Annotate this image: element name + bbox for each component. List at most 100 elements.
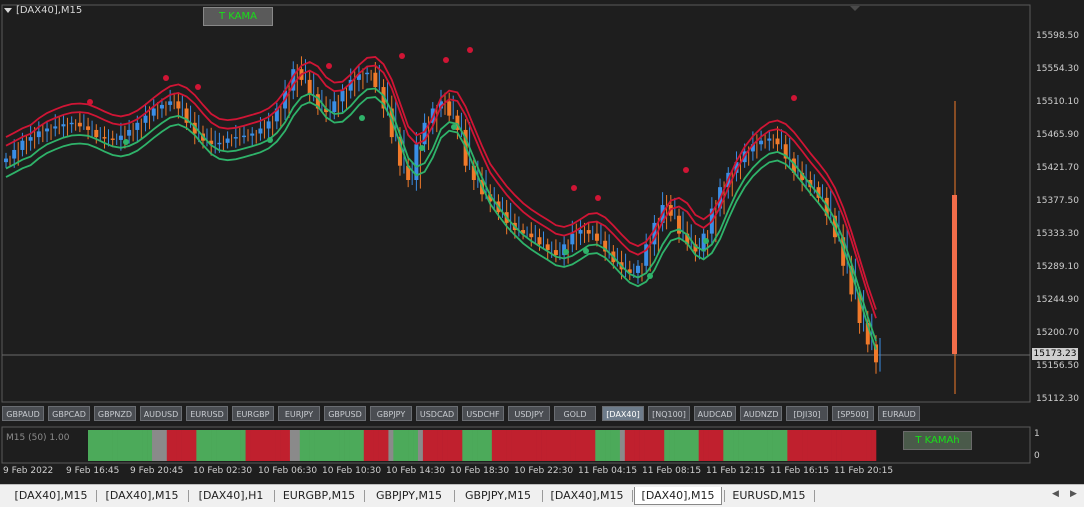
chart-tab[interactable]: GBPJPY,M15 — [366, 487, 452, 505]
histogram-bar — [555, 430, 562, 461]
tkama-button[interactable]: T KAMA — [203, 7, 273, 26]
chart-tab[interactable]: [DAX40],M15 — [634, 487, 722, 505]
histogram-bar — [531, 430, 537, 461]
histogram-bar — [747, 430, 754, 461]
candle-body — [20, 140, 25, 150]
time-axis-label: 9 Feb 16:45 — [66, 466, 120, 476]
tkamah-button[interactable]: T KAMAh — [903, 431, 972, 450]
histogram-bar — [610, 430, 616, 461]
collapse-arrow-icon[interactable] — [4, 7, 12, 13]
histogram-bar — [304, 430, 310, 461]
sell-signal-dot — [467, 47, 473, 53]
price-axis-label: 15421.70 — [1036, 163, 1079, 173]
histogram-bar — [388, 430, 394, 461]
symbol-button[interactable]: USDJPY — [508, 406, 550, 421]
histogram-bar — [334, 430, 340, 461]
histogram-bar — [324, 430, 330, 461]
candle-body — [332, 101, 337, 113]
time-axis-label: 11 Feb 20:15 — [834, 466, 894, 476]
histogram-bar — [235, 430, 241, 461]
candle-body — [545, 244, 550, 251]
candle-body — [242, 135, 247, 138]
symbol-button[interactable]: [SP500] — [832, 406, 874, 421]
histogram-bar — [797, 430, 803, 461]
histogram-bar — [216, 430, 222, 461]
symbol-button[interactable]: EURAUD — [878, 406, 920, 421]
scroll-right-icon[interactable]: ▶ — [1070, 489, 1077, 499]
candle-body — [586, 230, 591, 234]
histogram-bar — [427, 430, 434, 461]
histogram-bar — [137, 430, 143, 461]
chart-tab[interactable]: [DAX40],M15 — [98, 487, 186, 505]
current-price-tag: 15173.23 — [1032, 348, 1078, 360]
candle-body — [168, 101, 173, 105]
histogram-bar — [339, 430, 345, 461]
symbol-button[interactable]: GBPUSD — [324, 406, 366, 421]
symbol-button[interactable]: USDCAD — [416, 406, 458, 421]
symbol-button[interactable]: GOLD — [554, 406, 596, 421]
tab-separator — [814, 490, 815, 502]
histogram-bar — [811, 430, 818, 461]
chart-tab[interactable]: EURUSD,M15 — [726, 487, 812, 505]
histogram-bar — [211, 430, 217, 461]
histogram-bar — [299, 430, 305, 461]
candle-body — [69, 122, 74, 125]
histogram-bar — [225, 430, 232, 461]
histogram-bar — [683, 430, 690, 461]
buy-signal-dot — [647, 273, 653, 279]
chart-tab[interactable]: [DAX40],M15 — [544, 487, 630, 505]
candle-body — [159, 104, 164, 109]
histogram-bar — [634, 430, 640, 461]
histogram-bar — [491, 430, 498, 461]
price-axis-label: 15244.90 — [1036, 295, 1079, 305]
histogram-bar — [363, 430, 370, 461]
histogram-bar — [393, 430, 399, 461]
histogram-bar — [127, 430, 133, 461]
symbol-button[interactable]: [DAX40] — [602, 406, 644, 421]
symbol-button[interactable]: GBPJPY — [370, 406, 412, 421]
symbol-button[interactable]: AUDCAD — [694, 406, 736, 421]
candle-body — [340, 90, 345, 102]
symbol-button[interactable]: AUDUSD — [140, 406, 182, 421]
chart-tab[interactable]: [DAX40],H1 — [190, 487, 272, 505]
symbol-button[interactable]: GBPNZD — [94, 406, 136, 421]
histogram-bar — [546, 430, 552, 461]
symbol-button[interactable]: EURGBP — [232, 406, 274, 421]
symbol-button[interactable]: USDCHF — [462, 406, 504, 421]
histogram-bar — [413, 430, 419, 461]
chart-tab[interactable]: [DAX40],M15 — [8, 487, 94, 505]
symbol-button[interactable]: EURJPY — [278, 406, 320, 421]
candle-body — [12, 149, 17, 159]
symbol-button[interactable]: GBPAUD — [2, 406, 44, 421]
histogram-bar — [629, 430, 635, 461]
buy-signal-dot — [359, 115, 365, 121]
histogram-bar — [560, 430, 567, 461]
symbol-button[interactable]: [DJI30] — [786, 406, 828, 421]
candle-body — [36, 131, 41, 138]
histogram-bar — [289, 430, 296, 461]
candle-body — [553, 250, 558, 256]
candle-body — [135, 122, 140, 130]
histogram-bar — [516, 430, 522, 461]
histogram-bar — [664, 430, 670, 461]
chart-tab[interactable]: EURGBP,M15 — [276, 487, 362, 505]
chart-tab[interactable]: GBPJPY,M15 — [456, 487, 540, 505]
symbol-button[interactable]: [NQ100] — [648, 406, 690, 421]
histogram-bar — [285, 430, 291, 461]
candle-body — [578, 230, 583, 234]
histogram-bar — [102, 430, 108, 461]
buy-signal-dot — [703, 238, 709, 244]
symbol-button[interactable]: AUDNZD — [740, 406, 782, 421]
histogram-bar — [92, 430, 99, 461]
buy-signal-dot — [267, 137, 273, 143]
histogram-bar — [477, 430, 483, 461]
scroll-left-icon[interactable]: ◀ — [1052, 489, 1059, 499]
histogram-bar — [831, 430, 837, 461]
symbol-button[interactable]: EURUSD — [186, 406, 228, 421]
histogram-bar — [757, 430, 764, 461]
symbol-button[interactable]: GBPCAD — [48, 406, 90, 421]
sell-signal-dot — [87, 99, 93, 105]
time-axis-label: 9 Feb 2022 — [3, 466, 54, 476]
histogram-bar — [472, 430, 478, 461]
histogram-bar — [403, 430, 409, 461]
